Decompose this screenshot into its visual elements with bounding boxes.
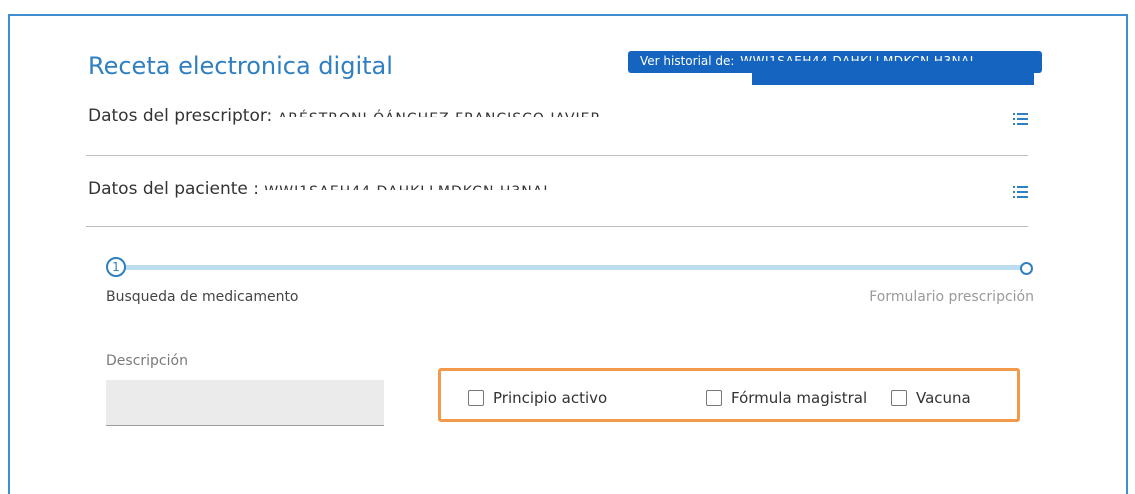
- description-label: Descripción: [106, 353, 188, 369]
- option-vacuna[interactable]: Vacuna: [891, 389, 971, 407]
- prescriptor-label: Datos del prescriptor:: [88, 106, 273, 126]
- list-icon[interactable]: [1013, 112, 1028, 126]
- history-redaction: [752, 73, 1034, 85]
- option-label: Principio activo: [493, 389, 608, 407]
- checkbox[interactable]: [468, 390, 484, 406]
- paciente-label: Datos del paciente :: [88, 179, 259, 199]
- list-icon[interactable]: [1013, 185, 1028, 199]
- prescriptor-name: ARÉSTRONI ÓÁNCHEZ FRANCISCO JAVIER: [278, 106, 602, 117]
- checkbox[interactable]: [891, 390, 907, 406]
- view-history-button[interactable]: Ver historial de: WWJ1SAEH44 DAHKLLMDKCN…: [628, 51, 1042, 73]
- paciente-row: Datos del paciente : WWJ1SAEH44 DAHKLLMD…: [88, 179, 1028, 209]
- step-2-label: Formulario prescripción: [869, 289, 1034, 305]
- description-input[interactable]: [106, 380, 384, 426]
- checkbox[interactable]: [706, 390, 722, 406]
- stepper-track: [118, 265, 1026, 270]
- step-1-indicator[interactable]: 1: [106, 257, 126, 277]
- history-label: Ver historial de:: [640, 54, 735, 68]
- paciente-name: WWJ1SAEH44 DAHKLLMDKCN H3NAL: [264, 179, 552, 190]
- option-formula-magistral[interactable]: Fórmula magistral: [706, 389, 867, 407]
- option-label: Vacuna: [916, 389, 971, 407]
- prescriptor-row: Datos del prescriptor: ARÉSTRONI ÓÁNCHEZ…: [88, 106, 1028, 136]
- divider: [86, 155, 1028, 156]
- option-label: Fórmula magistral: [731, 389, 868, 407]
- option-principio-activo[interactable]: Principio activo: [468, 389, 607, 407]
- history-patient-id: WWJ1SAEH44 DAHKLLMDKCN H3NAL: [740, 54, 977, 61]
- step-1-label: Busqueda de medicamento: [106, 289, 299, 305]
- page-title: Receta electronica digital: [88, 52, 393, 80]
- step-2-indicator[interactable]: [1020, 262, 1033, 275]
- search-type-options: Principio activo Fórmula magistral Vacun…: [438, 368, 1020, 422]
- divider: [86, 226, 1028, 227]
